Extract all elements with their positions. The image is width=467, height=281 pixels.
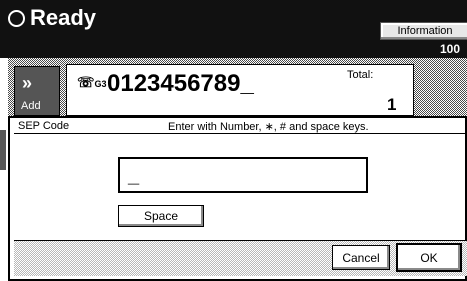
fax-number-field: ☏G3 0123456789_ Total: 1 — [66, 64, 414, 116]
status-circle-icon — [8, 10, 25, 27]
space-label: Space — [143, 209, 179, 223]
dialog-header-divider — [14, 133, 467, 134]
sep-code-input[interactable]: _ — [118, 157, 368, 193]
total-value: 1 — [387, 95, 397, 114]
double-chevron-icon: » — [22, 73, 33, 93]
information-button[interactable]: Information — [380, 22, 467, 40]
dialog-title: SEP Code — [18, 120, 70, 132]
total-label: Total: — [347, 69, 374, 81]
add-button[interactable]: » Add — [14, 66, 60, 116]
ok-label: OK — [420, 250, 438, 265]
dialog-instruction: Enter with Number, ∗, # and space keys. — [168, 121, 369, 133]
fax-number: 0123456789_ — [107, 70, 254, 97]
phone-g3-icon: ☏G3 — [77, 74, 107, 90]
add-label: Add — [21, 100, 41, 112]
information-label: Information — [397, 25, 453, 37]
cancel-label: Cancel — [342, 250, 380, 265]
input-cursor: _ — [128, 165, 140, 187]
space-button[interactable]: Space — [118, 205, 204, 227]
dialog-left-accent — [0, 130, 6, 170]
percent-display: 100 — [440, 42, 461, 56]
cancel-button[interactable]: Cancel — [332, 245, 390, 270]
status-title: Ready — [30, 5, 97, 30]
ok-button[interactable]: OK — [396, 243, 462, 272]
